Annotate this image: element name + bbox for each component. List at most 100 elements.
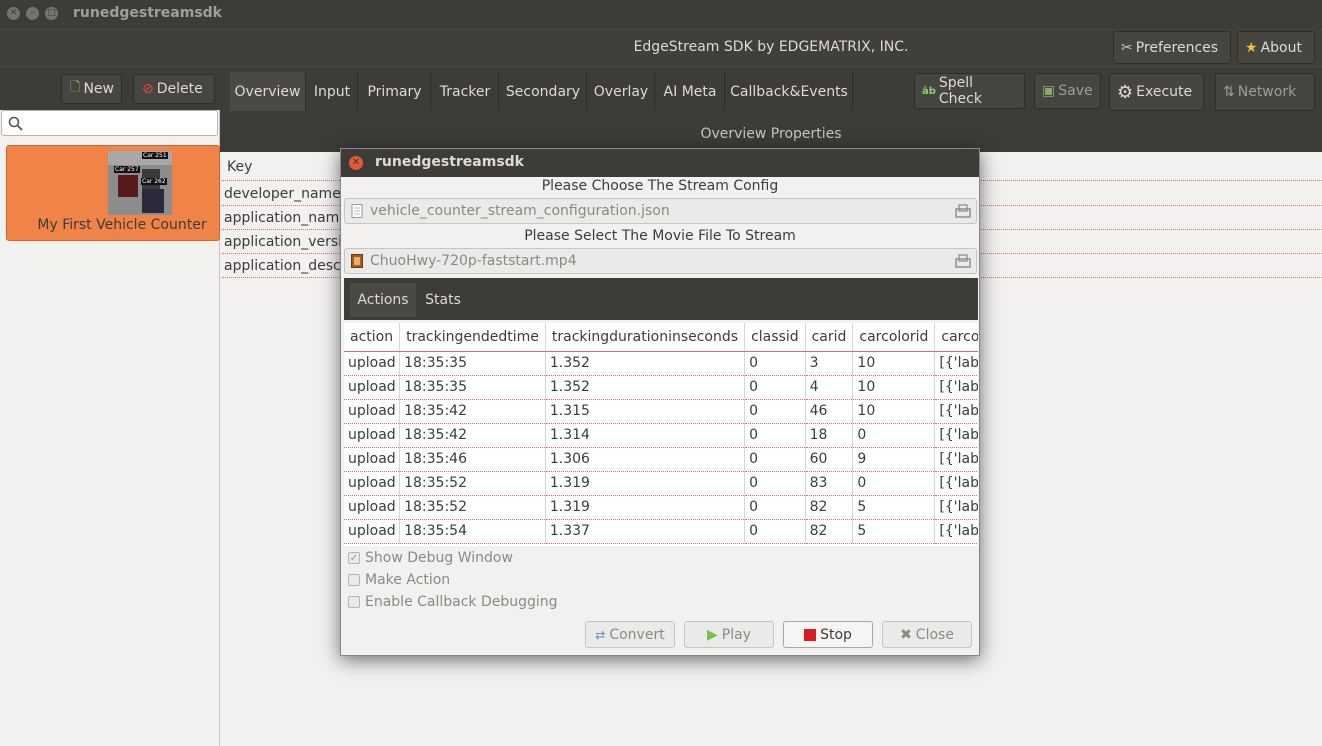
column-header[interactable]: action bbox=[344, 323, 401, 352]
convert-button[interactable]: ⇄ Convert bbox=[585, 621, 675, 648]
spell-check-icon: āb bbox=[922, 85, 936, 97]
save-button[interactable]: ▣ Save bbox=[1034, 73, 1101, 109]
tab-overlay[interactable]: Overlay bbox=[588, 72, 655, 111]
checkbox-box bbox=[348, 596, 360, 608]
table-cell: [{'label': bbox=[934, 447, 978, 472]
table-row[interactable]: upload18:35:351.3520310[{'label': bbox=[344, 351, 978, 376]
table-cell: 0 bbox=[744, 519, 806, 544]
table-cell: 0 bbox=[744, 351, 806, 376]
window-close-icon[interactable]: ✕ bbox=[7, 7, 20, 20]
column-header[interactable]: trackingendedtime bbox=[399, 323, 546, 352]
window-minimize-icon[interactable]: – bbox=[26, 7, 39, 20]
make-action-checkbox[interactable]: Make Action bbox=[348, 570, 450, 590]
column-header[interactable]: carcolo bbox=[934, 323, 978, 352]
table-cell: upload bbox=[344, 351, 401, 376]
table-cell: 18:35:52 bbox=[399, 495, 546, 520]
play-icon: ▶ bbox=[707, 626, 718, 643]
table-cell: 0 bbox=[744, 399, 806, 424]
table-cell: 18:35:54 bbox=[399, 519, 546, 544]
gears-icon: ⚙ bbox=[1117, 81, 1134, 103]
column-header[interactable]: carid bbox=[805, 323, 854, 352]
star-icon: ★ bbox=[1245, 39, 1258, 56]
window-controls: ✕ – □ bbox=[7, 7, 58, 20]
table-cell: 1.352 bbox=[545, 351, 746, 376]
table-cell: 0 bbox=[744, 471, 806, 496]
tab-stats[interactable]: Stats bbox=[417, 283, 469, 317]
column-header[interactable]: classid bbox=[744, 323, 806, 352]
table-cell: 1.352 bbox=[545, 375, 746, 400]
table-row[interactable]: upload18:35:421.3140180[{'label': bbox=[344, 423, 978, 448]
movie-caption: Please Select The Movie File To Stream bbox=[524, 228, 796, 244]
table-cell: 18:35:42 bbox=[399, 423, 546, 448]
table-cell: 1.314 bbox=[545, 423, 746, 448]
search-input[interactable] bbox=[1, 110, 218, 136]
config-file-name: vehicle_counter_stream_configuration.jso… bbox=[370, 203, 670, 219]
dialog-close-icon[interactable]: ✕ bbox=[349, 156, 363, 170]
wrench-icon: ✂ bbox=[1121, 39, 1133, 56]
table-cell: [{'label': bbox=[934, 399, 978, 424]
dialog-titlebar: ✕ runedgestreamsdk bbox=[341, 149, 979, 177]
table-cell: 82 bbox=[805, 495, 854, 520]
sidebar-toolbar: 🗋 New ⊘ Delete bbox=[0, 68, 220, 110]
table-cell: 3 bbox=[805, 351, 854, 376]
table-cell: 18:35:52 bbox=[399, 471, 546, 496]
tab-ai-meta[interactable]: AI Meta bbox=[656, 72, 725, 111]
table-row[interactable]: upload18:35:541.3370825[{'label': bbox=[344, 519, 978, 544]
enable-callback-debugging-checkbox[interactable]: Enable Callback Debugging bbox=[348, 592, 558, 612]
table-cell: upload bbox=[344, 423, 401, 448]
tab-overview[interactable]: Overview bbox=[230, 72, 306, 111]
stop-button[interactable]: Stop bbox=[783, 621, 873, 648]
open-file-icon bbox=[955, 204, 971, 218]
stream-dialog: ✕ runedgestreamsdk Please Choose The Str… bbox=[340, 148, 980, 656]
tab-primary[interactable]: Primary bbox=[359, 72, 431, 111]
close-button[interactable]: ✖ Close bbox=[882, 621, 972, 648]
spell-check-button[interactable]: āb Spell Check bbox=[914, 73, 1025, 109]
network-button[interactable]: ⇅ Network bbox=[1215, 73, 1315, 111]
table-cell: 1.306 bbox=[545, 447, 746, 472]
table-cell: upload bbox=[344, 447, 401, 472]
new-document-icon: 🗋 bbox=[70, 80, 81, 95]
table-cell: 10 bbox=[852, 351, 936, 376]
table-cell: upload bbox=[344, 399, 401, 424]
config-file-chooser[interactable]: vehicle_counter_stream_configuration.jso… bbox=[344, 198, 977, 224]
table-cell: 18 bbox=[805, 423, 854, 448]
delete-button[interactable]: ⊘ Delete bbox=[133, 74, 215, 104]
checkbox-box bbox=[348, 574, 360, 586]
table-cell: 5 bbox=[852, 519, 936, 544]
table-row[interactable]: upload18:35:421.31504610[{'label': bbox=[344, 399, 978, 424]
tab-input[interactable]: Input bbox=[307, 72, 358, 111]
thumb-tag: Car 257 bbox=[114, 166, 140, 173]
table-cell: [{'label': bbox=[934, 495, 978, 520]
table-cell: 0 bbox=[852, 471, 936, 496]
table-row[interactable]: upload18:35:351.3520410[{'label': bbox=[344, 375, 978, 400]
document-icon bbox=[351, 204, 363, 218]
table-cell: 46 bbox=[805, 399, 854, 424]
tab-secondary[interactable]: Secondary bbox=[500, 72, 587, 111]
table-cell: [{'label': bbox=[934, 423, 978, 448]
list-item[interactable]: Car 251 Car 257 Car 262 My First Vehicle… bbox=[6, 145, 220, 241]
actions-table[interactable]: action trackingendedtime trackingdurationi… bbox=[344, 323, 978, 546]
new-button[interactable]: 🗋 New bbox=[61, 74, 122, 104]
show-debug-window-checkbox[interactable]: ✓ Show Debug Window bbox=[348, 548, 513, 568]
movie-file-chooser[interactable]: ChuoHwy-720p-faststart.mp4 bbox=[344, 248, 977, 274]
table-row[interactable]: upload18:35:521.3190830[{'label': bbox=[344, 471, 978, 496]
tab-tracker[interactable]: Tracker bbox=[432, 72, 499, 111]
film-icon bbox=[351, 254, 363, 268]
table-row[interactable]: upload18:35:521.3190825[{'label': bbox=[344, 495, 978, 520]
table-row[interactable]: upload18:35:461.3060609[{'label': bbox=[344, 447, 978, 472]
column-header[interactable]: carcolorid bbox=[852, 323, 936, 352]
dialog-title: runedgestreamsdk bbox=[375, 154, 524, 170]
tab-callback-events[interactable]: Callback&Events bbox=[726, 72, 853, 111]
play-button[interactable]: ▶ Play bbox=[684, 621, 774, 648]
about-button[interactable]: ★ About bbox=[1237, 31, 1315, 64]
stop-icon bbox=[804, 628, 817, 641]
table-cell: 0 bbox=[852, 423, 936, 448]
checkbox-box: ✓ bbox=[348, 552, 360, 564]
table-cell: 1.315 bbox=[545, 399, 746, 424]
column-header[interactable]: trackingdurationinseconds bbox=[545, 323, 746, 352]
tab-actions[interactable]: Actions bbox=[350, 283, 416, 317]
window-maximize-icon[interactable]: □ bbox=[45, 7, 58, 20]
execute-button[interactable]: ⚙ Execute bbox=[1109, 73, 1204, 111]
table-cell: [{'label': bbox=[934, 471, 978, 496]
preferences-button[interactable]: ✂ Preferences bbox=[1113, 31, 1231, 64]
